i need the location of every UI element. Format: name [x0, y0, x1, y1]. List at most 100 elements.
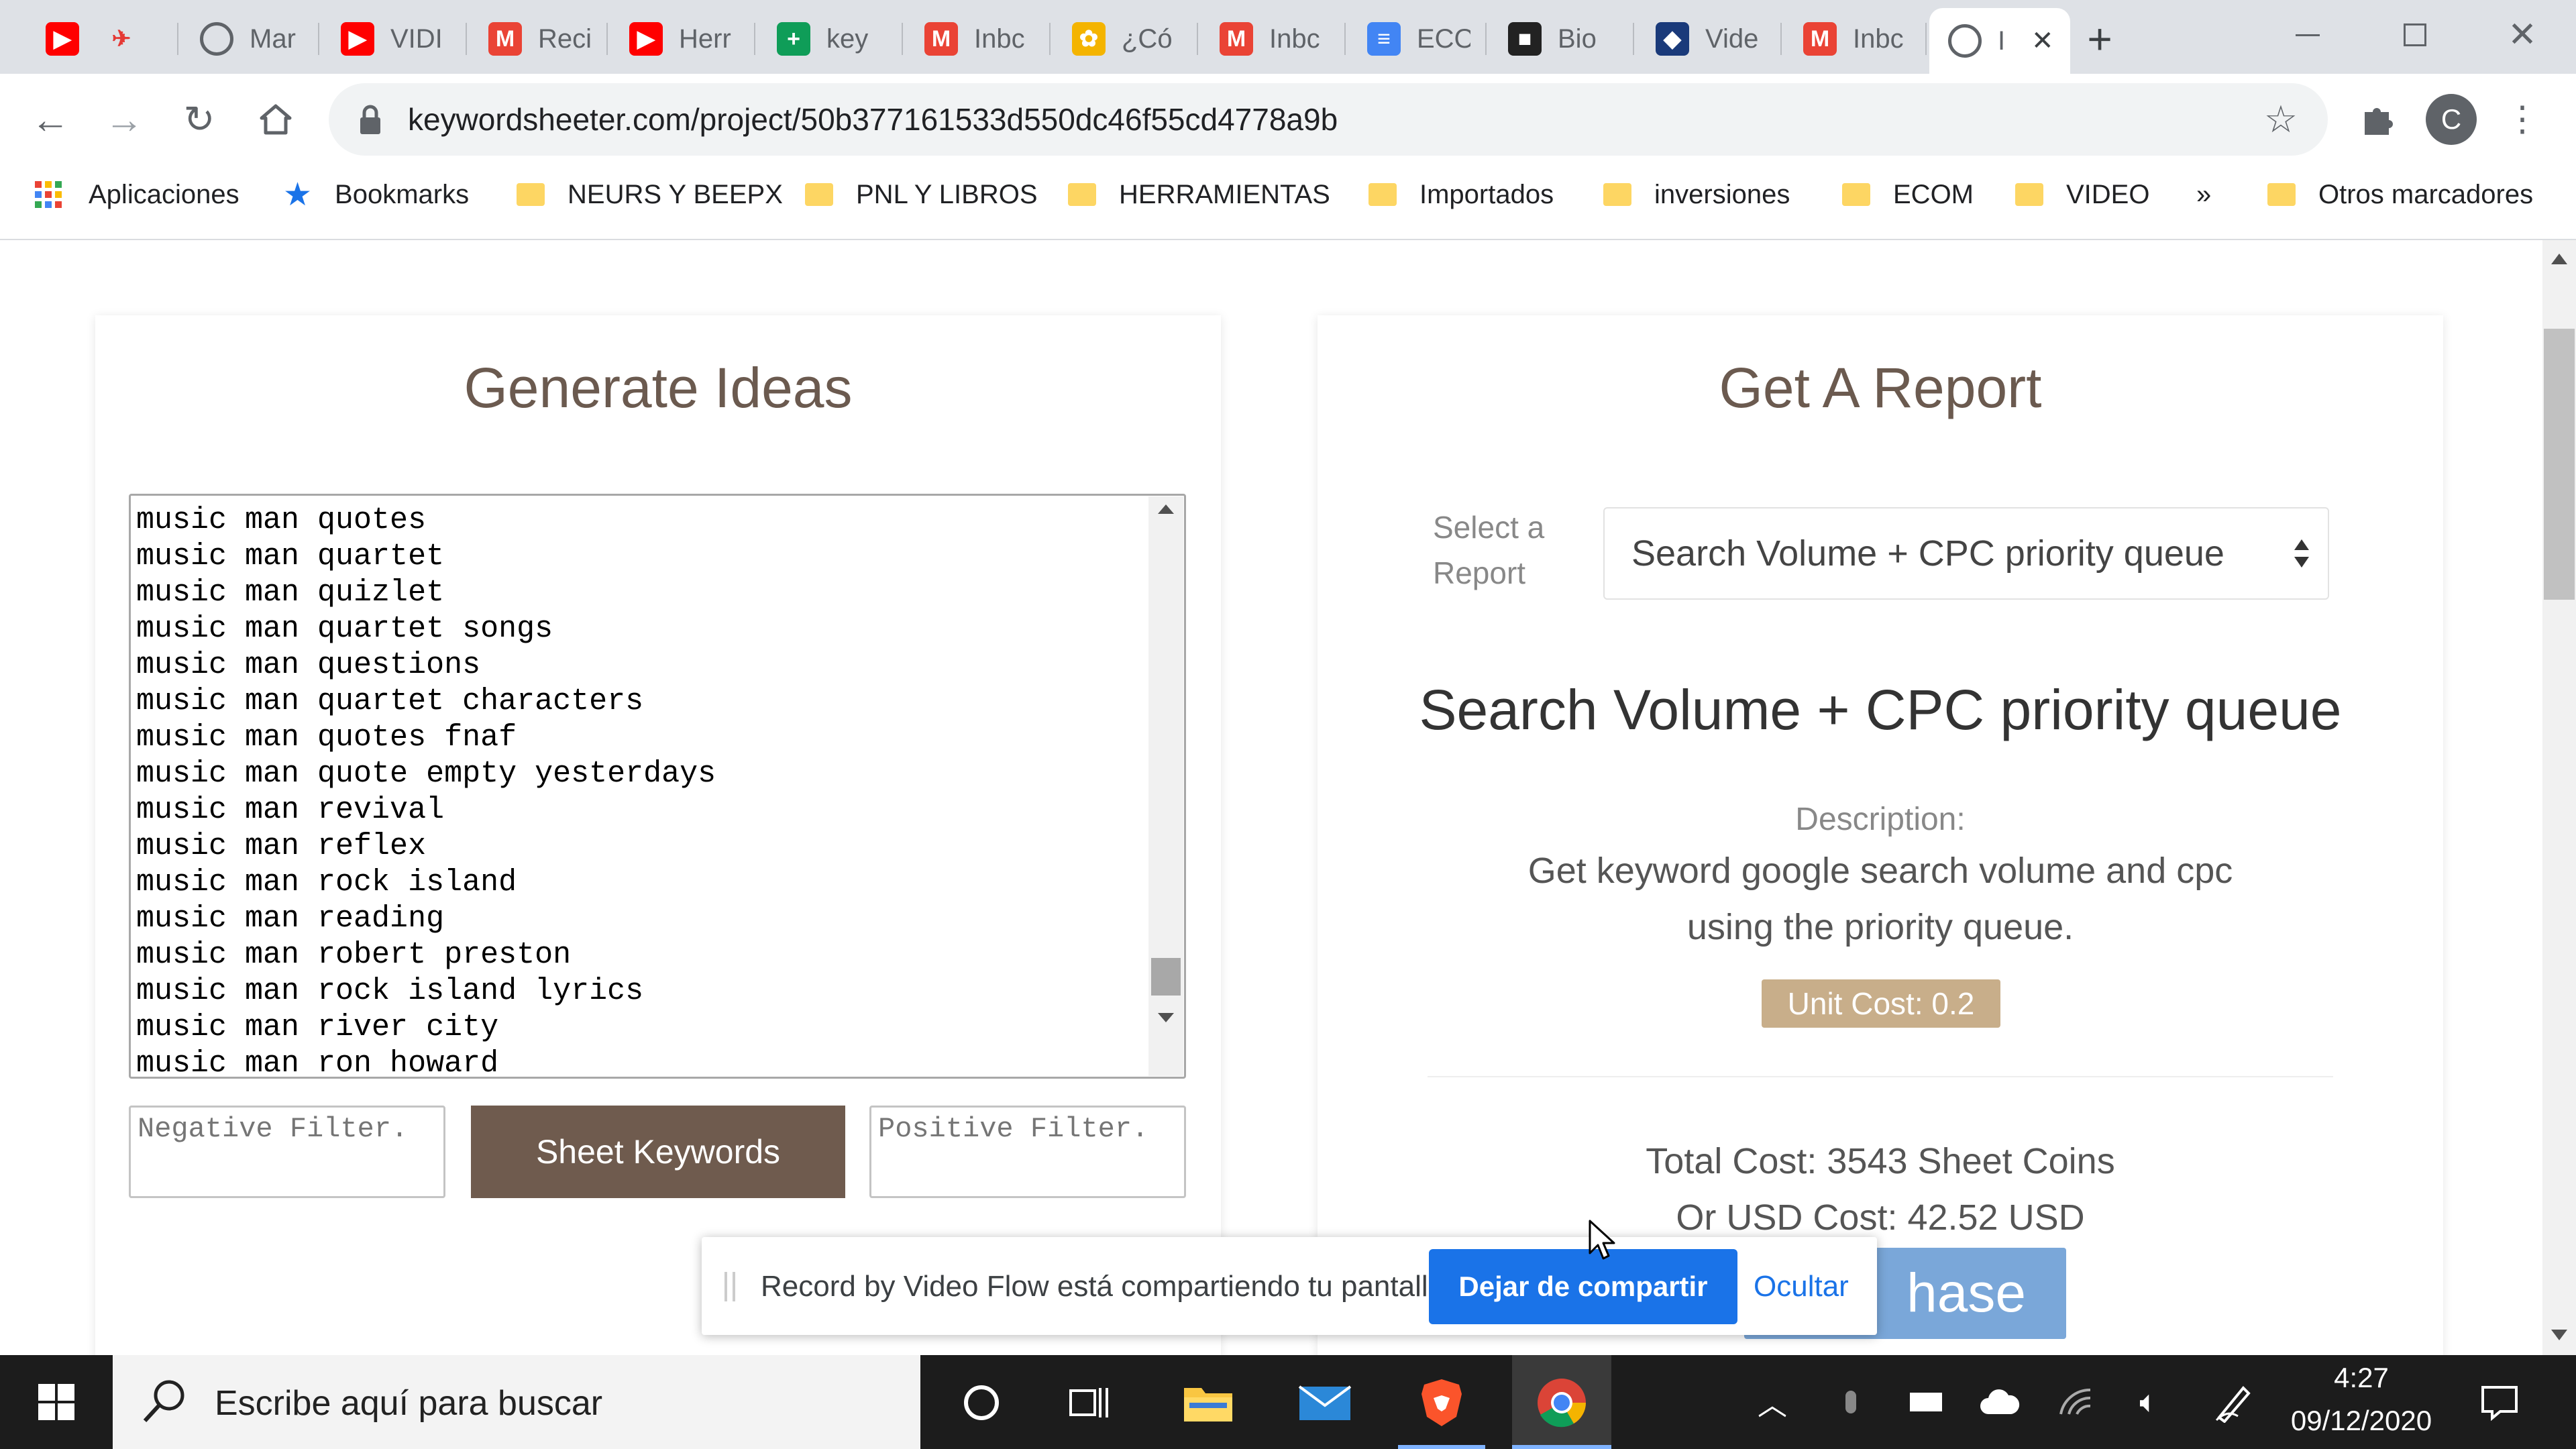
other-bookmarks[interactable]: Otros marcadores — [2267, 176, 2533, 213]
chevron-up-icon: ︿ — [1758, 1389, 1787, 1421]
tab-title: Mar — [250, 23, 296, 54]
star-outline-icon: ☆ — [2263, 98, 2298, 140]
page-scroll-up-icon[interactable] — [2551, 254, 2567, 264]
onedrive-cloud-icon[interactable] — [1976, 1382, 2023, 1422]
other-bookmarks-label: Otros marcadores — [2318, 179, 2534, 209]
description-label: Description: — [1795, 802, 1966, 837]
mail-button[interactable] — [1295, 1373, 1355, 1433]
battery-icon[interactable] — [1902, 1382, 1949, 1422]
tab-title: ECO — [1417, 23, 1470, 54]
back-arrow-icon: ← — [31, 97, 70, 142]
notifications-button[interactable] — [2473, 1379, 2526, 1426]
keywords-textarea[interactable] — [129, 494, 1186, 1079]
browser-tab[interactable]: I ✕ — [1929, 8, 2070, 74]
home-button[interactable] — [252, 98, 299, 141]
close-window-button[interactable]: ✕ — [2496, 9, 2549, 60]
chrome-button[interactable] — [1529, 1373, 1594, 1433]
menu-button[interactable]: ⋮ — [2505, 99, 2540, 140]
forward-arrow-icon: → — [105, 97, 144, 142]
taskbar-date[interactable]: 09/12/2020 — [2281, 1405, 2442, 1437]
browser-tab[interactable]: M Reci — [470, 9, 610, 68]
share-message: Record by Video Flow está compartiendo t… — [761, 1270, 1453, 1303]
browser-tab[interactable]: M Inbc — [906, 9, 1046, 68]
start-button[interactable] — [0, 1355, 113, 1449]
sheet-keywords-button[interactable]: Sheet Keywords — [471, 1106, 845, 1198]
bookmark-item[interactable]: ECOM — [1842, 176, 1974, 213]
windows-logo-icon — [38, 1384, 74, 1420]
minimize-button[interactable] — [2281, 15, 2334, 55]
textarea-scroll-thumb[interactable] — [1151, 958, 1181, 996]
browser-tab[interactable]: ■ Bio — [1489, 9, 1630, 68]
browser-tab[interactable]: ▶ — [27, 9, 86, 68]
cortana-button[interactable] — [951, 1373, 1012, 1433]
browser-tab[interactable]: ▶ Herr — [610, 9, 751, 68]
cortana-circle-icon — [964, 1385, 999, 1420]
file-explorer-button[interactable] — [1178, 1373, 1238, 1433]
tab-separator — [1780, 23, 1782, 55]
tab-close-icon[interactable]: ✕ — [2031, 25, 2054, 56]
browser-tab[interactable]: M Inbc — [1784, 9, 1925, 68]
positive-filter-input[interactable] — [869, 1106, 1186, 1198]
volume-icon[interactable]: 🔈︎ — [2125, 1382, 2172, 1422]
puzzle-icon — [2365, 108, 2393, 135]
bookmark-item[interactable]: inversiones — [1603, 176, 1790, 213]
browser-tab[interactable]: + key — [758, 9, 899, 68]
negative-filter-input[interactable] — [129, 1106, 445, 1198]
bookmark-item[interactable]: PNL Y LIBROS — [805, 176, 1038, 213]
folder-explorer-icon — [1184, 1388, 1232, 1421]
brave-active-indicator — [1398, 1445, 1485, 1449]
wifi-icon[interactable] — [2053, 1382, 2100, 1422]
profile-avatar[interactable]: C — [2426, 94, 2477, 145]
forward-button[interactable]: → — [101, 97, 148, 142]
lock-icon[interactable] — [356, 103, 385, 136]
generate-ideas-title: Generate Ideas — [464, 356, 853, 419]
bookmark-star-button[interactable]: ☆ — [2261, 98, 2301, 140]
bookmark-item[interactable]: HERRAMIENTAS — [1068, 176, 1330, 213]
browser-tab[interactable]: ✈ — [86, 9, 145, 68]
browser-tab[interactable]: ≡ ECO — [1348, 9, 1489, 68]
scroll-down-arrow-icon[interactable] — [1158, 1013, 1174, 1022]
page-scroll-down-icon[interactable] — [2551, 1330, 2567, 1340]
restore-button[interactable] — [2388, 15, 2442, 55]
mouse-cursor-icon — [1589, 1220, 1615, 1260]
task-view-button[interactable] — [1059, 1373, 1119, 1433]
browser-tab[interactable]: Mar — [181, 9, 322, 68]
microphone-icon[interactable] — [1834, 1382, 1868, 1422]
url-text[interactable]: keywordsheeter.com/project/50b377161533d… — [408, 101, 1338, 138]
tab-separator — [606, 23, 608, 55]
reload-button[interactable]: ↻ — [176, 98, 223, 141]
browser-tab[interactable]: ◆ Vide — [1637, 9, 1778, 68]
youtube-icon: ▶ — [341, 22, 374, 56]
show-hidden-icons-button[interactable]: ︿ — [1752, 1382, 1792, 1422]
browser-tab[interactable]: ✿ ¿Có — [1053, 9, 1194, 68]
browser-tab[interactable]: ▶ VIDI — [322, 9, 463, 68]
browser-tab[interactable]: M Inbc — [1201, 9, 1342, 68]
bookmark-item[interactable]: ★ Bookmarks — [283, 176, 469, 213]
bookmark-label: NEURS Y BEEPX — [568, 179, 783, 209]
scroll-up-arrow-icon[interactable] — [1158, 504, 1174, 514]
taskbar-time[interactable]: 4:27 — [2294, 1362, 2428, 1394]
star-icon: ★ — [283, 177, 313, 213]
hide-button[interactable]: Ocultar — [1754, 1265, 1849, 1308]
tab-separator — [754, 23, 755, 55]
bookmark-item[interactable]: Aplicaciones — [35, 176, 239, 213]
tab-title: key — [826, 23, 869, 54]
rocket-icon: ✈ — [111, 26, 131, 52]
extensions-button[interactable] — [2356, 99, 2399, 140]
gmail-icon: M — [488, 22, 522, 56]
more-bookmarks-button[interactable]: » — [2196, 176, 2211, 213]
brave-browser-button[interactable] — [1411, 1373, 1472, 1433]
bookmark-item[interactable]: NEURS Y BEEPX — [517, 176, 783, 213]
new-tab-button[interactable]: + — [2080, 15, 2120, 63]
bookmark-item[interactable]: VIDEO — [2015, 176, 2149, 213]
back-button[interactable]: ← — [27, 97, 74, 142]
drag-handle-icon[interactable] — [724, 1272, 735, 1301]
page-scroll-thumb[interactable] — [2544, 329, 2575, 600]
bookmark-item[interactable]: Importados — [1368, 176, 1554, 213]
tab-title: I — [1998, 25, 2006, 56]
pen-workspace-icon[interactable] — [2207, 1379, 2261, 1426]
tab-title: Vide — [1705, 23, 1759, 54]
close-icon: ✕ — [2508, 15, 2537, 54]
stop-sharing-button[interactable]: Dejar de compartir — [1429, 1249, 1737, 1324]
mail-icon — [1298, 1385, 1352, 1420]
